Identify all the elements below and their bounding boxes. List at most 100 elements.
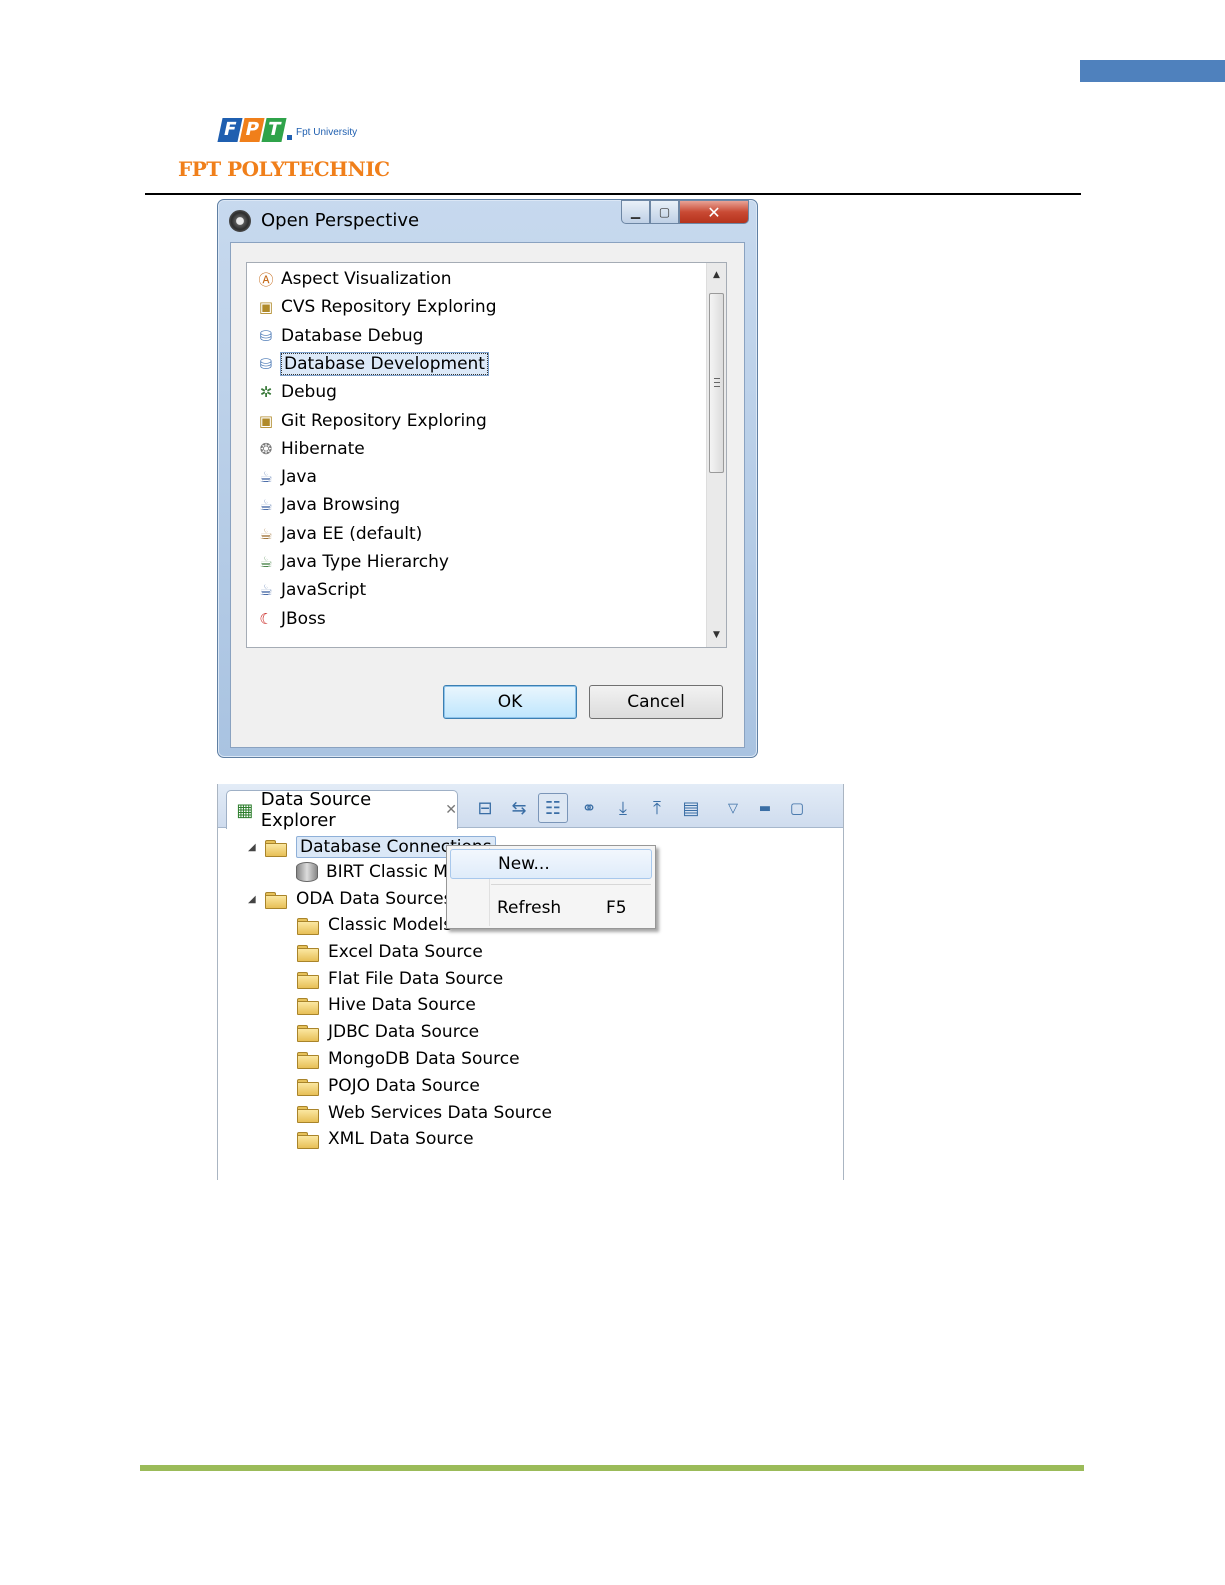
tab-data-source-explorer[interactable]: ▦ Data Source Explorer ✕ (226, 789, 458, 831)
perspective-item[interactable]: ✲ Debug (255, 379, 337, 405)
scroll-up-icon[interactable]: ▲ (707, 265, 726, 285)
folder-icon (264, 890, 288, 909)
perspective-label: Database Development (280, 351, 489, 376)
perspective-item[interactable]: ⛁ Database Development (255, 351, 489, 377)
expanded-icon[interactable]: ◢ (248, 894, 264, 905)
dialog-body: ▲ ▼ Ⓐ Aspect Visualization ▣ CVS Repository… (230, 242, 745, 748)
tree-label: ODA Data Sources (296, 889, 453, 909)
tree-view-icon[interactable]: ☷ (538, 793, 568, 823)
expanded-icon[interactable]: ◢ (248, 842, 264, 853)
logo-university: Fpt University (296, 127, 358, 138)
folder-icon (264, 838, 288, 857)
tree-item-oda-child[interactable]: JDBC Data Source (280, 1019, 479, 1045)
save-icon[interactable]: ▤ (676, 793, 706, 823)
perspective-label: Java Type Hierarchy (281, 552, 449, 572)
minimize-button[interactable]: ▁ (621, 200, 650, 224)
perspective-label: Debug (281, 382, 337, 403)
javascript-icon: ☕ (259, 581, 273, 600)
java-icon: ☕ (259, 468, 273, 487)
tree-label: BIRT Classic Mo (326, 862, 459, 882)
tab-label: Data Source Explorer (260, 789, 372, 831)
perspective-list[interactable]: ▲ ▼ Ⓐ Aspect Visualization ▣ CVS Repository… (246, 262, 727, 648)
header-rule (145, 193, 1081, 195)
hibernate-icon: ❂ (259, 439, 273, 458)
logo-dot (287, 135, 292, 140)
ok-button[interactable]: OK (443, 685, 577, 719)
perspective-item[interactable]: ☕ JavaScript (255, 577, 366, 603)
map-icon: ▦ (236, 799, 254, 821)
tree-label: Flat File Data Source (328, 968, 504, 989)
maximize-button[interactable]: ▢ (650, 200, 679, 224)
cancel-button[interactable]: Cancel (589, 685, 723, 719)
folder-icon (296, 970, 320, 989)
view-menu-icon[interactable]: ▽ (718, 793, 748, 823)
tree-item-oda-child[interactable]: Web Services Data Source (280, 1100, 552, 1126)
tree-item-oda-child[interactable]: Hive Data Source (280, 992, 476, 1018)
collapse-all-icon[interactable]: ⊟ (470, 793, 500, 823)
type-hierarchy-icon: ☕ (259, 553, 273, 571)
scroll-down-icon[interactable]: ▼ (707, 625, 726, 645)
eclipse-perspective-icon (229, 210, 251, 232)
import-icon[interactable]: ⤓ (608, 793, 638, 823)
database-debug-icon: ⛁ (259, 326, 273, 345)
menu-shortcut: F5 (606, 898, 627, 918)
tree-item-oda-child[interactable]: Flat File Data Source (280, 966, 503, 992)
link-editor-icon[interactable]: ⇆ (504, 793, 534, 823)
menu-item-new[interactable]: New... (450, 849, 652, 879)
dialog-titlebar[interactable]: Open Perspective ▁ ▢ ✕ (218, 200, 757, 238)
bug-icon: ✲ (259, 383, 273, 402)
list-scrollbar[interactable]: ▲ ▼ (706, 263, 726, 647)
tree-item-oda-child[interactable]: MongoDB Data Source (280, 1046, 520, 1072)
tree-item-birt[interactable]: BIRT Classic Mo (280, 859, 458, 885)
footer-rule (140, 1465, 1084, 1471)
tree-item-oda[interactable]: ◢ ODA Data Sources (248, 886, 452, 912)
maximize-view-icon[interactable]: ▢ (782, 793, 812, 823)
tree-label: POJO Data Source (328, 1075, 480, 1096)
perspective-item[interactable]: ☾ JBoss (255, 606, 326, 632)
tree-label: Web Services Data Source (328, 1102, 552, 1123)
jboss-icon: ☾ (259, 609, 273, 628)
perspective-label: Java (281, 467, 317, 488)
perspective-label: Java EE (default) (281, 523, 423, 544)
menu-separator (491, 884, 651, 885)
perspective-label: Hibernate (281, 438, 365, 459)
folder-icon (296, 943, 320, 962)
context-menu: New... Refresh F5 (446, 845, 656, 929)
perspective-label: JavaScript (281, 580, 367, 601)
maximize-icon: ▢ (658, 205, 671, 219)
grip-icon (714, 378, 720, 387)
tree-item-oda-child[interactable]: Classic Models (280, 912, 452, 938)
perspective-label: CVS Repository Exploring (281, 297, 497, 318)
cvs-icon: ▣ (258, 298, 274, 317)
tree-label: MongoDB Data Source (328, 1049, 520, 1069)
close-icon: ✕ (707, 202, 721, 222)
perspective-item[interactable]: ☕ Java (255, 464, 317, 490)
tree-item-oda-child[interactable]: POJO Data Source (280, 1073, 480, 1099)
tree-label: XML Data Source (328, 1129, 474, 1150)
perspective-item[interactable]: ▣ Git Repository Exploring (255, 408, 487, 434)
perspective-item[interactable]: ☕ Java Browsing (255, 492, 400, 518)
perspective-item[interactable]: ☕ Java Type Hierarchy (255, 549, 449, 575)
export-icon[interactable]: ⤒ (642, 793, 672, 823)
scroll-thumb[interactable] (709, 293, 724, 473)
perspective-item[interactable]: ☕ Java EE (default) (255, 521, 422, 547)
folder-icon (296, 1050, 320, 1069)
logo-letter-f: F (217, 118, 243, 142)
connect-icon[interactable]: ⚭ (574, 793, 604, 823)
perspective-item[interactable]: ❂ Hibernate (255, 436, 365, 462)
perspective-item[interactable]: ⛁ Database Debug (255, 323, 424, 349)
perspective-item[interactable]: Ⓐ Aspect Visualization (255, 266, 451, 292)
menu-label: New... (498, 854, 550, 874)
menu-item-refresh[interactable]: Refresh F5 (450, 893, 652, 923)
tree-item-oda-child[interactable]: XML Data Source (280, 1126, 474, 1152)
tree-item-oda-child[interactable]: Excel Data Source (280, 939, 483, 965)
folder-icon (296, 1130, 320, 1150)
perspective-item[interactable]: ▣ CVS Repository Exploring (255, 294, 497, 320)
folder-icon (296, 916, 320, 935)
minimize-view-icon[interactable]: ▬ (750, 793, 780, 823)
close-button[interactable]: ✕ (679, 200, 749, 224)
logo-letter-t: T (261, 118, 287, 142)
logo-letter-p: P (239, 118, 265, 142)
dialog-title: Open Perspective (261, 210, 420, 231)
tab-close-icon[interactable]: ✕ (445, 802, 457, 818)
